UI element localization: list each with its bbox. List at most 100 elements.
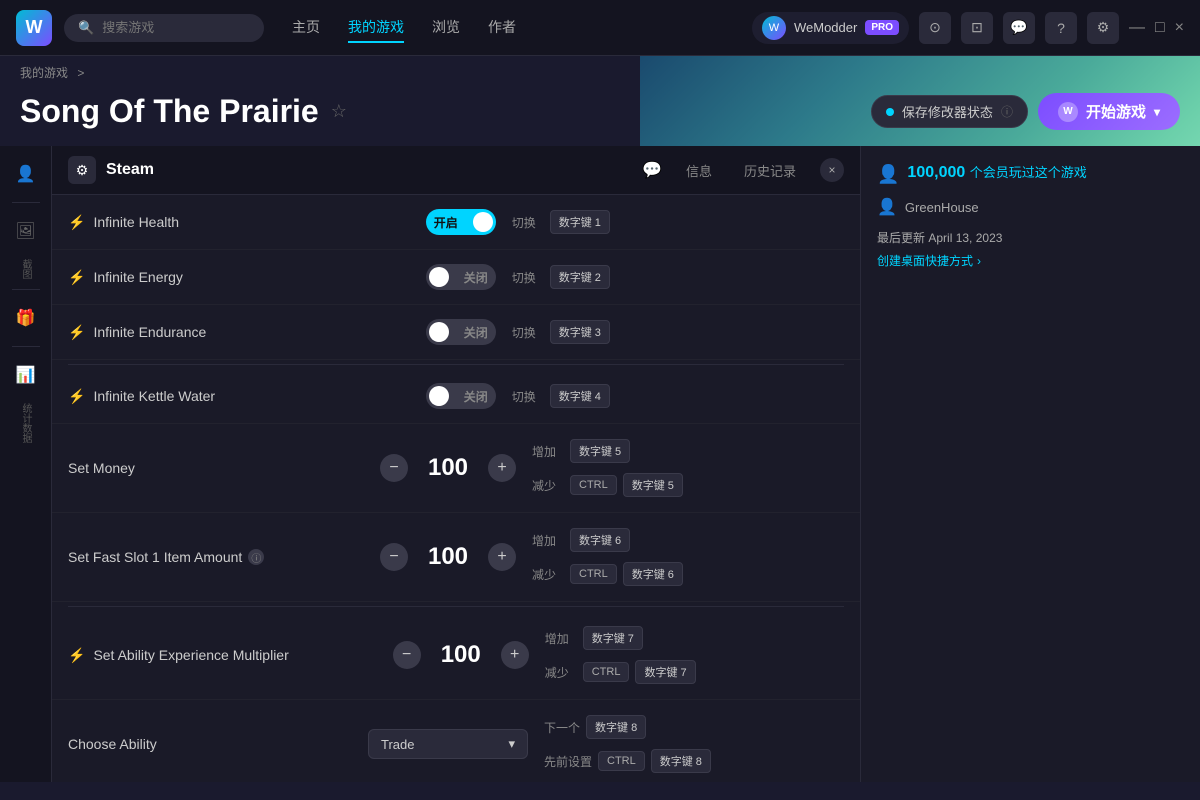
kb-key-num[interactable]: 数字键 7 xyxy=(635,660,695,684)
keybind-row: 切换 数字键 1 xyxy=(512,205,844,239)
chat-icon[interactable]: 💬 xyxy=(642,160,662,180)
nav-my-games[interactable]: 我的游戏 xyxy=(348,13,404,43)
update-label: 最后更新 xyxy=(877,231,925,245)
cheat-name-set-ability-exp: Set Ability Experience Multiplier xyxy=(93,647,392,663)
kb-key[interactable]: 数字键 2 xyxy=(550,265,610,289)
settings-icon-btn[interactable]: ⚙ xyxy=(1087,12,1119,44)
stats-section: 👤 100,000 个会员玩过这个游戏 xyxy=(877,162,1184,185)
stepper-decrement-ability-exp[interactable]: − xyxy=(393,641,421,669)
pro-badge: PRO xyxy=(865,20,899,35)
toggle-infinite-energy[interactable]: 关闭 xyxy=(426,264,496,290)
kb-key-ctrl[interactable]: CTRL xyxy=(570,475,617,495)
cheat-name-infinite-endurance: Infinite Endurance xyxy=(93,324,425,340)
breadcrumb: 我的游戏 > xyxy=(0,56,1200,89)
kb-action-label: 减少 xyxy=(532,477,564,494)
keybind-set-fast-slot: 增加 数字键 6 减少 CTRL 数字键 6 xyxy=(516,523,844,591)
help-icon-btn[interactable]: ? xyxy=(1045,12,1077,44)
cheat-item-set-money: Set Money − 100 + 增加 数字键 5 减少 CTRL 数字键 5 xyxy=(52,424,860,513)
toggle-infinite-health[interactable]: 开启 xyxy=(426,209,496,235)
sidebar-icon-profile[interactable]: 👤 xyxy=(8,156,44,192)
username: WeModder xyxy=(794,20,857,35)
kb-key[interactable]: 数字键 6 xyxy=(570,528,630,552)
sidebar-icon-gift[interactable]: 🎁 xyxy=(8,300,44,336)
kb-key-ctrl[interactable]: CTRL xyxy=(570,564,617,584)
kb-action-label: 增加 xyxy=(532,532,564,549)
sidebar-icon-stats[interactable]: 📊 xyxy=(8,357,44,393)
maximize-btn[interactable]: □ xyxy=(1155,19,1165,37)
dropdown-choose-ability[interactable]: Trade ▾ xyxy=(368,729,528,759)
close-panel-button[interactable]: × xyxy=(820,158,844,182)
stepper-decrement-fast-slot[interactable]: − xyxy=(380,543,408,571)
nav-home[interactable]: 主页 xyxy=(292,13,320,43)
nav-browse[interactable]: 浏览 xyxy=(432,13,460,43)
keybind-infinite-kettle-water: 切换 数字键 4 xyxy=(496,379,844,413)
breadcrumb-my-games[interactable]: 我的游戏 xyxy=(20,66,68,80)
kb-key-num[interactable]: 数字键 6 xyxy=(623,562,683,586)
kb-action-label: 增加 xyxy=(545,630,577,647)
close-btn[interactable]: × xyxy=(1175,19,1184,37)
kb-key[interactable]: 数字键 5 xyxy=(570,439,630,463)
cheat-item-set-ability-exp: ⚡ Set Ability Experience Multiplier − 10… xyxy=(52,611,860,700)
update-row: 最后更新 April 13, 2023 xyxy=(877,229,1184,246)
discord-icon-btn[interactable]: 💬 xyxy=(1003,12,1035,44)
save-status-button[interactable]: 保存修改器状态 ⓘ xyxy=(871,95,1028,128)
favorite-star-icon[interactable]: ☆ xyxy=(331,101,347,122)
toggle-infinite-kettle-water[interactable]: 关闭 xyxy=(426,383,496,409)
user-badge[interactable]: W WeModder PRO xyxy=(752,12,909,44)
kb-key-ctrl[interactable]: CTRL xyxy=(598,751,645,771)
kb-key[interactable]: 数字键 8 xyxy=(586,715,646,739)
kb-key[interactable]: 数字键 3 xyxy=(550,320,610,344)
toggle-circle xyxy=(429,322,449,342)
nav-author[interactable]: 作者 xyxy=(488,13,516,43)
kb-action-label: 切换 xyxy=(512,214,544,231)
cheat-info-icon[interactable]: ⓘ xyxy=(248,549,264,565)
save-info-icon: ⓘ xyxy=(1001,103,1013,120)
toggle-label-on: 开启 xyxy=(434,214,458,231)
kb-action-label: 先前设置 xyxy=(544,753,592,770)
toggle-circle xyxy=(429,267,449,287)
kb-key[interactable]: 数字键 7 xyxy=(583,626,643,650)
stepper-increment-set-money[interactable]: + xyxy=(488,454,516,482)
minimize-btn[interactable]: — xyxy=(1129,19,1145,37)
kb-key-num[interactable]: 数字键 8 xyxy=(651,749,711,773)
toggle-circle xyxy=(473,212,493,232)
app-logo: W xyxy=(16,10,52,46)
cheat-name-infinite-kettle-water: Infinite Kettle Water xyxy=(93,388,425,404)
kb-key[interactable]: 数字键 1 xyxy=(550,210,610,234)
keybind-row-prev: 先前设置 CTRL 数字键 8 xyxy=(544,744,844,778)
tab-history[interactable]: 历史记录 xyxy=(736,157,804,184)
stepper-increment-fast-slot[interactable]: + xyxy=(488,543,516,571)
keybind-row-decrease: 减少 CTRL 数字键 6 xyxy=(532,557,844,591)
lightning-icon: ⚡ xyxy=(68,214,85,231)
history-icon-btn[interactable]: ⊡ xyxy=(961,12,993,44)
tab-info[interactable]: 信息 xyxy=(678,157,720,184)
author-name: GreenHouse xyxy=(905,200,979,215)
cheat-name-choose-ability: Choose Ability xyxy=(68,736,368,752)
person-icon: 👤 xyxy=(877,164,899,185)
header-actions: 保存修改器状态 ⓘ W 开始游戏 ▾ xyxy=(871,93,1180,130)
start-game-button[interactable]: W 开始游戏 ▾ xyxy=(1038,93,1180,130)
search-input[interactable] xyxy=(102,20,250,35)
toggle-label-off: 关闭 xyxy=(464,269,488,286)
toggle-circle xyxy=(429,386,449,406)
stepper-value-ability-exp: 100 xyxy=(431,641,491,669)
cheat-divider-1 xyxy=(68,364,844,365)
kb-key[interactable]: 数字键 4 xyxy=(550,384,610,408)
profile-icon-btn[interactable]: ⊙ xyxy=(919,12,951,44)
keybind-infinite-health: 切换 数字键 1 xyxy=(496,205,844,239)
search-bar[interactable]: 🔍 xyxy=(64,14,264,42)
keybind-set-ability-exp: 增加 数字键 7 减少 CTRL 数字键 7 xyxy=(529,621,844,689)
stepper-decrement-set-money[interactable]: − xyxy=(380,454,408,482)
save-status-label: 保存修改器状态 xyxy=(902,102,993,121)
cheat-item-infinite-endurance: ⚡ Infinite Endurance 关闭 切换 数字键 3 xyxy=(52,305,860,360)
search-icon: 🔍 xyxy=(78,20,94,36)
keybind-row-increase: 增加 数字键 5 xyxy=(532,434,844,468)
stepper-increment-ability-exp[interactable]: + xyxy=(501,641,529,669)
sidebar-icon-screenshot[interactable]: 🖼 xyxy=(8,213,44,249)
start-btn-logo: W xyxy=(1058,102,1078,122)
kb-key-num[interactable]: 数字键 5 xyxy=(623,473,683,497)
shortcut-link[interactable]: 创建桌面快捷方式 › xyxy=(877,252,1184,269)
kb-key-ctrl[interactable]: CTRL xyxy=(583,662,630,682)
toggle-infinite-endurance[interactable]: 关闭 xyxy=(426,319,496,345)
start-btn-label: 开始游戏 xyxy=(1086,101,1146,122)
